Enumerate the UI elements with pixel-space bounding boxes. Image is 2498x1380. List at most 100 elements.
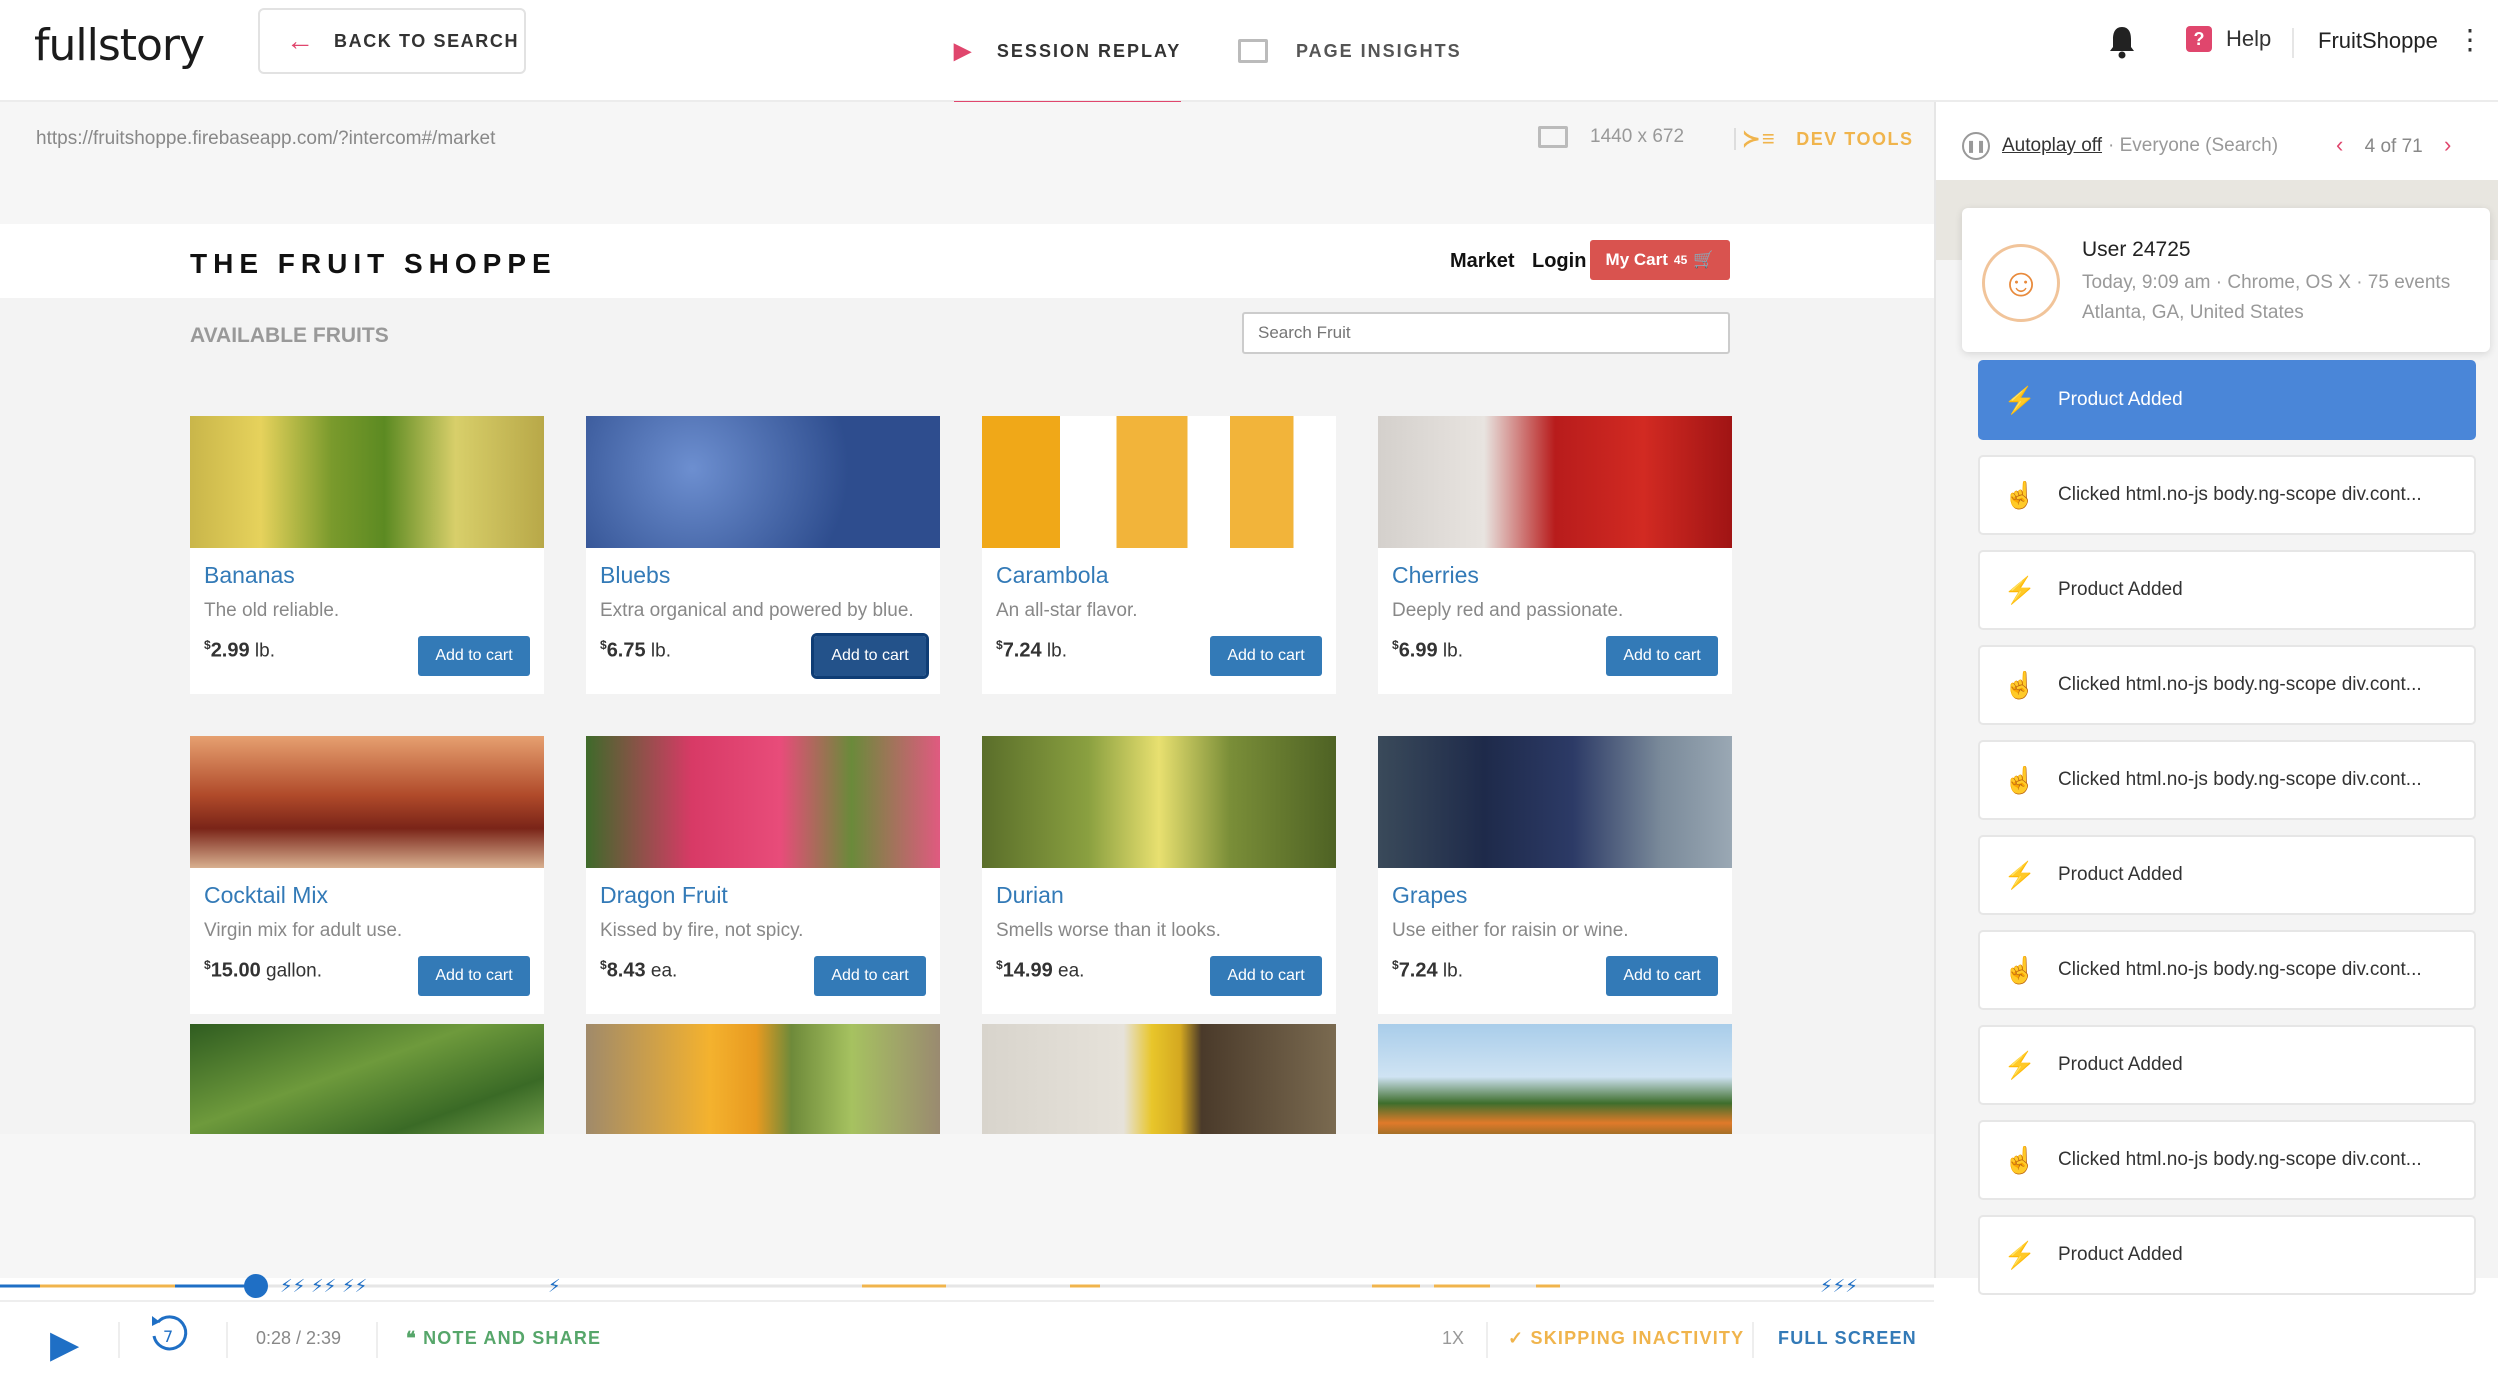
product-image bbox=[982, 1024, 1336, 1134]
product-description: An all-star flavor. bbox=[996, 600, 1138, 621]
event-item[interactable]: ☝ Clicked html.no-js body.ng-scope div.co… bbox=[1978, 455, 2476, 535]
product-card: Bluebs Extra organical and powered by blu… bbox=[586, 416, 940, 694]
add-to-cart-button[interactable]: Add to cart bbox=[1606, 956, 1718, 996]
product-description: Kissed by fire, not spicy. bbox=[600, 920, 804, 941]
fullstory-logo[interactable]: fullstory bbox=[34, 20, 205, 71]
full-screen-button[interactable]: FULL SCREEN bbox=[1778, 1328, 1917, 1349]
add-to-cart-button[interactable]: Add to cart bbox=[811, 633, 929, 679]
add-to-cart-button[interactable]: Add to cart bbox=[1210, 636, 1322, 676]
product-price: $6.99 lb. bbox=[1392, 638, 1463, 662]
nav-login-link[interactable]: Login bbox=[1532, 250, 1586, 273]
sidebar-header: ❚❚ Autoplay off · Everyone (Search) ‹ 4 … bbox=[1936, 102, 2498, 180]
price-unit: gallon. bbox=[266, 960, 323, 982]
product-card: Bananas The old reliable. $2.99 lb. Add to … bbox=[190, 416, 544, 694]
price-unit: lb. bbox=[254, 640, 275, 662]
add-to-cart-button[interactable]: Add to cart bbox=[418, 956, 530, 996]
add-to-cart-button[interactable]: Add to cart bbox=[814, 956, 926, 996]
divider bbox=[1752, 1322, 1754, 1358]
product-image bbox=[982, 736, 1336, 868]
my-cart-button[interactable]: My Cart 45 🛒 bbox=[1590, 240, 1730, 280]
product-image bbox=[586, 736, 940, 868]
product-card: Durian Smells worse than it looks. $14.99 … bbox=[982, 736, 1336, 1014]
playback-time: 0:28 / 2:39 bbox=[256, 1328, 342, 1348]
event-item[interactable]: ☝ Clicked html.no-js body.ng-scope div.co… bbox=[1978, 930, 2476, 1010]
product-image bbox=[586, 416, 940, 548]
product-card bbox=[982, 1024, 1336, 1134]
product-name[interactable]: Dragon Fruit bbox=[600, 882, 728, 909]
user-meta: Today, 9:09 am · Chrome, OS X · 75 event… bbox=[2082, 272, 2451, 293]
autoplay-label[interactable]: Autoplay off bbox=[2002, 135, 2102, 157]
playback-speed[interactable]: 1X bbox=[1442, 1328, 1464, 1349]
add-to-cart-button[interactable]: Add to cart bbox=[1210, 956, 1322, 996]
divider bbox=[118, 1322, 120, 1358]
tab-label: PAGE INSIGHTS bbox=[1296, 40, 1462, 61]
event-item[interactable]: ⚡ Product Added bbox=[1978, 1025, 2476, 1105]
product-name[interactable]: Durian bbox=[996, 882, 1064, 909]
bell-icon[interactable] bbox=[2108, 24, 2136, 60]
search-fruit-input[interactable] bbox=[1242, 312, 1730, 354]
pointer-icon: ☝ bbox=[2003, 669, 2037, 700]
add-to-cart-button[interactable]: Add to cart bbox=[418, 636, 530, 676]
event-item[interactable]: ⚡ Product Added bbox=[1978, 1215, 2476, 1295]
product-name[interactable]: Bluebs bbox=[600, 562, 670, 589]
product-card bbox=[190, 1024, 544, 1134]
pointer-icon: ☝ bbox=[2003, 954, 2037, 985]
autoplay-toggle[interactable]: ❚❚ Autoplay off · Everyone (Search) bbox=[1962, 132, 2278, 160]
event-item[interactable]: ☝ Clicked html.no-js body.ng-scope div.co… bbox=[1978, 645, 2476, 725]
lightning-icon: ⚡ bbox=[2003, 1239, 2037, 1270]
event-label: Product Added bbox=[2058, 864, 2183, 885]
rewind-icon[interactable]: 7 bbox=[146, 1312, 192, 1358]
page-url: https://fruitshoppe.firebaseapp.com/?int… bbox=[36, 128, 496, 149]
note-and-share-button[interactable]: ❝ NOTE AND SHARE bbox=[406, 1328, 601, 1349]
page-insights-icon bbox=[1238, 39, 1268, 63]
recorded-site: THE FRUIT SHOPPE Market Login My Cart 45… bbox=[0, 224, 1934, 1134]
rewind-seconds: 7 bbox=[163, 1327, 173, 1346]
product-name[interactable]: Cocktail Mix bbox=[204, 882, 328, 909]
price-value: 15.00 bbox=[210, 959, 261, 982]
price-value: 7.24 bbox=[1398, 959, 1438, 982]
lightning-icon: ⚡ bbox=[2003, 384, 2037, 415]
price-unit: lb. bbox=[1046, 640, 1067, 662]
event-item[interactable]: ⚡ Product Added bbox=[1978, 835, 2476, 915]
session-pager: ‹ 4 of 71 › bbox=[2336, 132, 2451, 158]
cart-icon: 🛒 bbox=[1693, 250, 1715, 269]
tab-page-insights[interactable]: PAGE INSIGHTS bbox=[1238, 0, 1462, 102]
product-card: Cocktail Mix Virgin mix for adult use. $15… bbox=[190, 736, 544, 1014]
product-price: $7.24 lb. bbox=[996, 638, 1067, 662]
arrow-left-icon: ← bbox=[286, 25, 314, 56]
event-item[interactable]: ☝ Clicked html.no-js body.ng-scope div.co… bbox=[1978, 1120, 2476, 1200]
product-description: Smells worse than it looks. bbox=[996, 920, 1221, 941]
event-label: Product Added bbox=[2058, 579, 2183, 600]
replay-viewer: https://fruitshoppe.firebaseapp.com/?int… bbox=[0, 102, 1934, 1380]
event-item[interactable]: ⚡ Product Added bbox=[1978, 550, 2476, 630]
tab-session-replay[interactable]: ▶ SESSION REPLAY bbox=[954, 0, 1182, 104]
user-card[interactable]: ☺ User 24725 Today, 9:09 am · Chrome, OS… bbox=[1962, 208, 2490, 352]
product-name[interactable]: Cherries bbox=[1392, 562, 1479, 589]
event-label: Clicked html.no-js body.ng-scope div.con… bbox=[2058, 959, 2422, 980]
account-name[interactable]: FruitShoppe bbox=[2318, 28, 2438, 54]
event-item[interactable]: ⚡ Product Added bbox=[1978, 360, 2476, 440]
product-name[interactable]: Grapes bbox=[1392, 882, 1467, 909]
skipping-inactivity-toggle[interactable]: ✓ SKIPPING INACTIVITY bbox=[1508, 1328, 1744, 1349]
product-name[interactable]: Bananas bbox=[204, 562, 295, 589]
dev-tools-button[interactable]: ≻≡ DEV TOOLS bbox=[1736, 126, 1913, 152]
product-image bbox=[1378, 416, 1732, 548]
nav-market-link[interactable]: Market bbox=[1450, 250, 1514, 273]
kebab-menu-icon[interactable]: ⋮ bbox=[2456, 26, 2484, 54]
help-button[interactable]: ? Help bbox=[2186, 26, 2271, 52]
product-price: $2.99 lb. bbox=[204, 638, 275, 662]
chevron-left-icon[interactable]: ‹ bbox=[2336, 132, 2343, 157]
session-position: 4 of 71 bbox=[2364, 136, 2423, 157]
add-to-cart-button[interactable]: Add to cart bbox=[1606, 636, 1718, 676]
event-item[interactable]: ☝ Clicked html.no-js body.ng-scope div.co… bbox=[1978, 740, 2476, 820]
chevron-right-icon[interactable]: › bbox=[2444, 132, 2451, 157]
product-price: $15.00 gallon. bbox=[204, 958, 323, 982]
dev-tools-label: DEV TOOLS bbox=[1796, 128, 1914, 149]
play-button[interactable]: ▶ bbox=[50, 1322, 79, 1367]
player-controls: ▶ 7 0:28 / 2:39 ❝ NOTE AND SHARE 1X ✓ SK… bbox=[0, 1300, 1934, 1380]
product-description: Use either for raisin or wine. bbox=[1392, 920, 1629, 941]
back-to-search-button[interactable]: ← BACK TO SEARCH bbox=[258, 8, 526, 74]
site-brand[interactable]: THE FRUIT SHOPPE bbox=[190, 248, 557, 280]
event-label: Clicked html.no-js body.ng-scope div.con… bbox=[2058, 674, 2422, 695]
product-name[interactable]: Carambola bbox=[996, 562, 1109, 589]
